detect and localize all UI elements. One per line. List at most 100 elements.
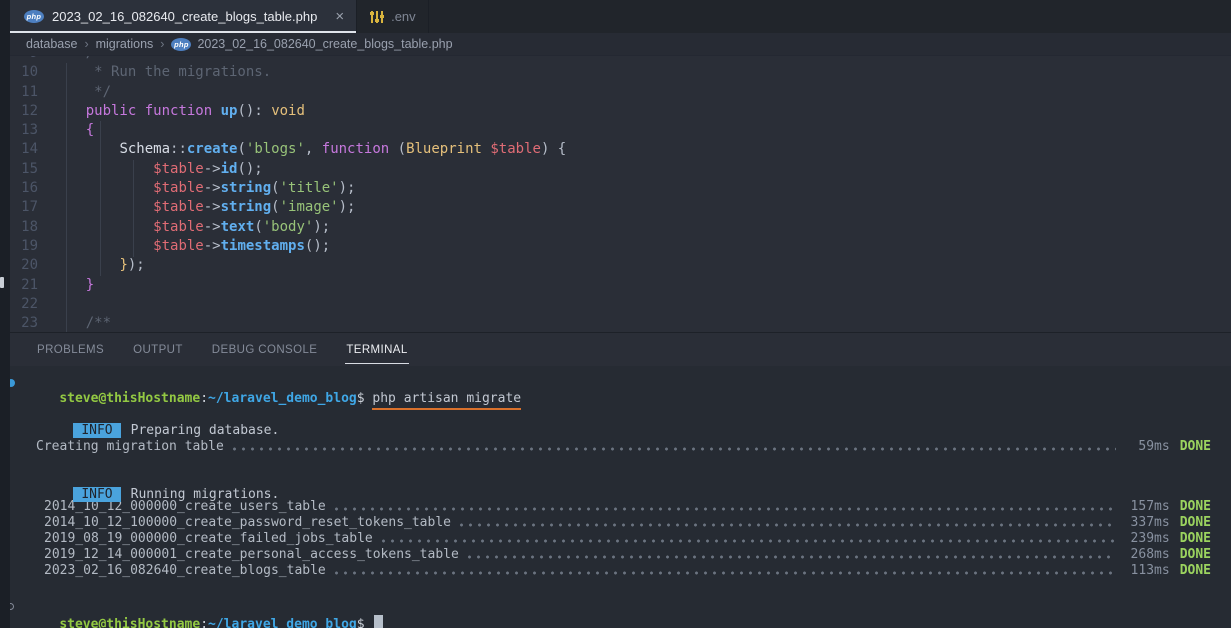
duration: 59ms	[1124, 439, 1170, 455]
code-text: Schema::create('blogs', function (Bluepr…	[52, 140, 566, 159]
panel-tab-label: PROBLEMS	[36, 335, 105, 364]
code-line[interactable]: 17 $table->string('image');	[0, 198, 1231, 217]
status-done: DONE	[1180, 547, 1211, 563]
code-line[interactable]: 22	[0, 295, 1231, 314]
code-line[interactable]: 20 });	[0, 256, 1231, 275]
duration: 157ms	[1124, 499, 1170, 515]
code-text: public function up(): void	[52, 102, 305, 121]
breadcrumb-separator: ›	[84, 37, 88, 51]
code-line[interactable]: 21 }	[0, 276, 1231, 295]
panel-tab-problems[interactable]: PROBLEMS	[36, 333, 105, 366]
prompt-path: ~/laravel_demo_blog	[208, 617, 357, 628]
leader-dots	[232, 439, 1116, 455]
code-text: $table->timestamps();	[52, 237, 330, 256]
code-line[interactable]: 11 */	[0, 83, 1231, 102]
panel-tab-terminal[interactable]: TERMINAL	[345, 333, 408, 366]
code-text: }	[52, 276, 94, 295]
shell-prompt-line: steve@thisHostname:~/laravel_demo_blog$	[28, 599, 1211, 615]
code-line[interactable]: 14 Schema::create('blogs', function (Blu…	[0, 140, 1231, 159]
breadcrumb-item-database[interactable]: database	[26, 37, 77, 51]
migration-label: 2019_12_14_000001_create_personal_access…	[44, 547, 459, 563]
duration: 337ms	[1124, 515, 1170, 531]
output-line: INFORunning migrations.	[42, 471, 1211, 487]
php-icon: php	[171, 38, 191, 51]
left-edge-strip	[0, 0, 10, 628]
breadcrumb: database › migrations › php 2023_02_16_082640…	[0, 33, 1231, 55]
code-line[interactable]: 12 public function up(): void	[0, 102, 1231, 121]
prompt-symbol: $	[357, 617, 365, 628]
migration-row: Creating migration table 59ms DONE	[36, 439, 1211, 455]
duration: 239ms	[1124, 531, 1170, 547]
code-text: {	[52, 121, 94, 140]
code-editor[interactable]: 9 /**10 * Run the migrations.11 */12 pub…	[0, 55, 1231, 333]
code-line[interactable]: 16 $table->string('title');	[0, 179, 1231, 198]
duration: 113ms	[1124, 563, 1170, 579]
info-text: Running migrations.	[131, 487, 280, 502]
leader-dots	[334, 563, 1116, 579]
prompt-path: ~/laravel_demo_blog	[208, 391, 357, 406]
prompt-separator: :	[200, 617, 208, 628]
status-done: DONE	[1180, 439, 1211, 455]
migration-label: 2014_10_12_100000_create_password_reset_…	[44, 515, 451, 531]
panel-tab-debug-console[interactable]: DEBUG CONSOLE	[211, 333, 319, 366]
tab-label: .env	[391, 9, 416, 24]
panel-tab-label: DEBUG CONSOLE	[211, 335, 319, 364]
code-area[interactable]: 9 /**10 * Run the migrations.11 */12 pub…	[0, 55, 1231, 333]
panel-tab-label: TERMINAL	[345, 335, 408, 364]
status-done: DONE	[1180, 499, 1211, 515]
settings-sliders-icon	[371, 11, 383, 23]
shell-prompt-line: steve@thisHostname:~/laravel_demo_blog$ …	[28, 375, 1211, 391]
code-text: */	[52, 83, 111, 102]
code-text: * Run the migrations.	[52, 63, 271, 82]
output-line: INFOPreparing database.	[42, 407, 1211, 423]
tab-label: 2023_02_16_082640_create_blogs_table.php	[52, 9, 317, 24]
code-text: $table->string('title');	[52, 179, 355, 198]
left-edge-marker	[0, 277, 4, 288]
leader-dots	[467, 547, 1116, 563]
terminal-cursor[interactable]	[374, 615, 383, 628]
breadcrumb-file[interactable]: php 2023_02_16_082640_create_blogs_table.…	[171, 37, 452, 51]
tab-2023-02-16-082640-create-blogs-table-php[interactable]: php 2023_02_16_082640_create_blogs_table.…	[10, 0, 357, 33]
code-line[interactable]: 15 $table->id();	[0, 160, 1231, 179]
info-text: Preparing database.	[131, 423, 280, 438]
migration-row: 2023_02_16_082640_create_blogs_table 113m…	[44, 563, 1211, 579]
code-line[interactable]: 10 * Run the migrations.	[0, 63, 1231, 82]
php-icon: php	[24, 10, 44, 23]
prompt-separator: :	[200, 391, 208, 406]
breadcrumb-separator: ›	[160, 37, 164, 51]
prompt-user-host: steve@thisHostname	[59, 617, 200, 628]
migration-list: 2014_10_12_000000_create_users_table157m…	[44, 499, 1211, 579]
breadcrumb-file-label: 2023_02_16_082640_create_blogs_table.php	[197, 37, 452, 51]
code-text: $table->id();	[52, 160, 263, 179]
code-line[interactable]: 19 $table->timestamps();	[0, 237, 1231, 256]
code-line[interactable]: 13 {	[0, 121, 1231, 140]
info-badge: INFO	[73, 423, 120, 438]
close-icon[interactable]: ×	[335, 9, 344, 24]
code-line[interactable]: 23 /**	[0, 314, 1231, 333]
panel-tab-output[interactable]: OUTPUT	[132, 333, 184, 366]
code-line[interactable]: 9 /**	[0, 55, 1231, 63]
code-line[interactable]: 18 $table->text('body');	[0, 218, 1231, 237]
migration-row: 2014_10_12_100000_create_password_reset_…	[44, 515, 1211, 531]
panel-tab-bar: PROBLEMS OUTPUT DEBUG CONSOLE TERMINAL	[0, 333, 1231, 366]
migration-row: 2019_08_19_000000_create_failed_jobs_tab…	[44, 531, 1211, 547]
prompt-symbol: $	[357, 391, 365, 406]
code-text: $table->string('image');	[52, 198, 355, 217]
tab-env[interactable]: .env	[357, 0, 429, 33]
status-done: DONE	[1180, 531, 1211, 547]
code-text: /**	[52, 55, 111, 63]
leader-dots	[381, 531, 1116, 547]
migration-row: 2019_12_14_000001_create_personal_access…	[44, 547, 1211, 563]
editor-tab-bar: php 2023_02_16_082640_create_blogs_table.…	[0, 0, 1231, 33]
terminal[interactable]: steve@thisHostname:~/laravel_demo_blog$ …	[0, 366, 1231, 628]
migration-label: Creating migration table	[36, 439, 224, 455]
code-text: /**	[52, 314, 111, 333]
prompt-user-host: steve@thisHostname	[59, 391, 200, 406]
migration-label: 2023_02_16_082640_create_blogs_table	[44, 563, 326, 579]
info-badge: INFO	[73, 487, 120, 502]
breadcrumb-item-migrations[interactable]: migrations	[96, 37, 154, 51]
code-text: $table->text('body');	[52, 218, 330, 237]
leader-dots	[334, 499, 1116, 515]
migration-label: 2019_08_19_000000_create_failed_jobs_tab…	[44, 531, 373, 547]
panel-tab-label: OUTPUT	[132, 335, 184, 364]
